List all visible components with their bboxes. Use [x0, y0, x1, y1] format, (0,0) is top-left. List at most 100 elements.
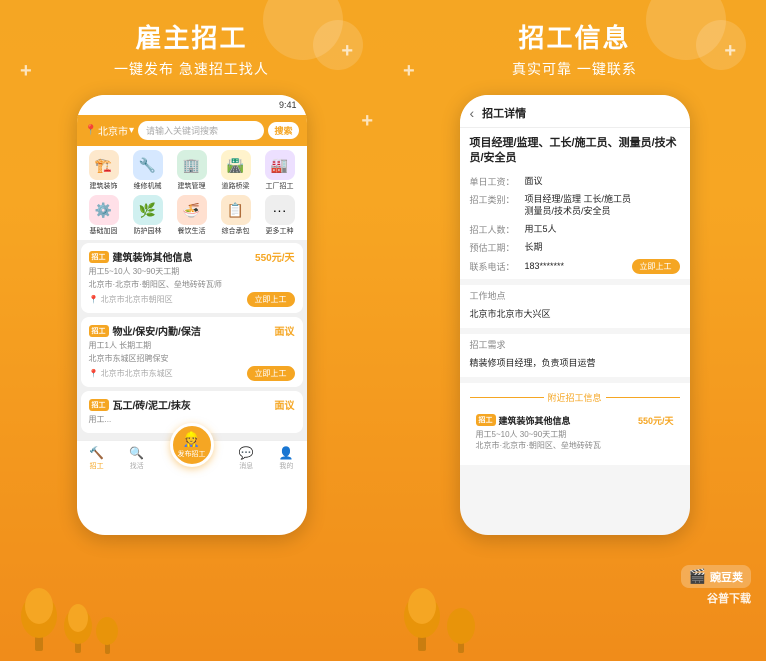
job-desc-0: 北京市·北京市·朝阳区、垒地砖砖瓦师 — [89, 279, 295, 290]
category-icon-0: 🏗️ — [89, 150, 119, 180]
brand-text: 谷普下载 — [707, 590, 751, 606]
category-label-0: 建筑装饰 — [90, 181, 118, 191]
nav-item-recruit[interactable]: 🔨 招工 — [89, 446, 104, 471]
back-arrow-icon[interactable]: ‹ — [470, 105, 475, 121]
category-icon-9: ··· — [265, 195, 295, 225]
category-item-6[interactable]: 🌿 防护园林 — [127, 195, 169, 236]
category-label-5: 基础加固 — [90, 226, 118, 236]
logo-icon: 🎬 — [689, 568, 706, 585]
left-sub-title: 一键发布 急速招工找人 — [114, 59, 269, 79]
job-card-header-1: 招工 物业/保安/内勤/保洁 面议 — [89, 323, 295, 338]
phone-search-bar: 📍 北京市 ▾ 请输入关键词搜索 搜索 — [77, 115, 307, 146]
detail-label-workloc: 工作地点 — [470, 289, 525, 302]
category-grid-row2: ⚙️ 基础加固 🌿 防护园林 🍜 餐饮生活 📋 综合承包 ··· 更多工种 — [77, 193, 307, 240]
apply-btn-1[interactable]: 立即上工 — [247, 366, 295, 381]
category-item-1[interactable]: 🔧 维修机械 — [127, 150, 169, 191]
detail-label-type: 招工类别： — [470, 193, 525, 218]
nav-label-messages: 消息 — [239, 461, 253, 471]
detail-value-contact: 183******* — [525, 261, 632, 271]
category-label-4: 工厂招工 — [266, 181, 294, 191]
category-item-5[interactable]: ⚙️ 基础加固 — [83, 195, 125, 236]
category-label-1: 维修机械 — [134, 181, 162, 191]
category-item-4[interactable]: 🏭 工厂招工 — [259, 150, 301, 191]
fab-label: 发布招工 — [178, 449, 206, 459]
category-item-2[interactable]: 🏢 建筑管理 — [171, 150, 213, 191]
detail-label-headcount: 招工人数： — [470, 223, 525, 236]
nav-item-find[interactable]: 🔍 找活 — [129, 446, 144, 471]
category-label-6: 防护园林 — [134, 226, 162, 236]
nearby-card-0[interactable]: 招工 建筑装饰其他信息 550元/天 用工5~10人 30~90天工期 北京市·… — [470, 408, 680, 457]
job-location-0: 📍 北京市北京市朝阳区 — [89, 294, 173, 305]
contact-apply-button[interactable]: 立即上工 — [632, 259, 680, 274]
nav-item-profile[interactable]: 👤 我的 — [279, 446, 294, 471]
job-card-0[interactable]: 招工 建筑装饰其他信息 550元/天 用工5~10人 30~90天工期 北京市·… — [81, 243, 303, 313]
job-info-1: 用工1人 长期工期 — [89, 340, 295, 351]
nearby-card-header: 招工 建筑装饰其他信息 550元/天 — [476, 414, 674, 427]
right-panel: + + 招工信息 真实可靠 一键联系 ‹ 招工详情 项目经理/监理、工长/施工员… — [383, 0, 766, 661]
detail-value-duration: 长期 — [525, 241, 680, 254]
detail-body: 项目经理/监理、工长/施工员、测量员/技术员/安全员 单日工资： 面议 招工类别… — [460, 128, 690, 465]
right-top-title: 招工信息 真实可靠 一键联系 — [512, 0, 637, 79]
right-sub-title: 真实可靠 一键联系 — [512, 59, 637, 79]
nav-item-messages[interactable]: 💬 消息 — [239, 446, 254, 471]
job-card-header-2: 招工 瓦工/砖/泥工/抹灰 面议 — [89, 397, 295, 412]
nearby-rate: 550元/天 — [638, 414, 674, 427]
detail-title: 招工详情 — [482, 105, 526, 121]
fab-publish-button[interactable]: 👷 发布招工 — [170, 423, 214, 467]
status-time: 9:41 — [279, 100, 297, 110]
recruit-icon: 🔨 — [89, 446, 104, 460]
job-badge-1: 招工 — [89, 325, 109, 337]
category-label-9: 更多工种 — [266, 226, 294, 236]
job-location-row-0: 📍 北京市北京市朝阳区 立即上工 — [89, 292, 295, 307]
job-location-row-1: 📍 北京市北京市东城区 立即上工 — [89, 366, 295, 381]
job-list: 招工 建筑装饰其他信息 550元/天 用工5~10人 30~90天工期 北京市·… — [77, 240, 307, 440]
profile-icon: 👤 — [279, 446, 294, 460]
job-info-0: 用工5~10人 30~90天工期 — [89, 266, 295, 277]
category-label-3: 道路桥梁 — [222, 181, 250, 191]
search-button[interactable]: 搜索 — [268, 122, 298, 139]
nearby-jobs-header: 附近招工信息 — [470, 387, 680, 408]
detail-label-contact: 联系电话： — [470, 260, 525, 273]
job-rate-1: 面议 — [275, 323, 295, 338]
category-item-0[interactable]: 🏗️ 建筑装饰 — [83, 150, 125, 191]
job-badge-2: 招工 — [89, 399, 109, 411]
apply-btn-0[interactable]: 立即上工 — [247, 292, 295, 307]
detail-value-wage: 面议 — [525, 175, 680, 188]
nav-label-find: 找活 — [130, 461, 144, 471]
left-tree-deco — [10, 561, 130, 661]
location-tag[interactable]: 📍 北京市 ▾ — [85, 123, 134, 138]
detail-label-duration: 预估工期： — [470, 241, 525, 254]
job-title-1: 物业/保安/内勤/保洁 — [113, 323, 271, 338]
nearby-info: 用工5~10人 30~90天工期 — [476, 429, 674, 440]
detail-row-type: 招工类别： 项目经理/监理 工长/施工员测量员/技术员/安全员 — [470, 193, 680, 218]
category-item-3[interactable]: 🛣️ 道路桥梁 — [215, 150, 257, 191]
bottom-nav: 🔨 招工 🔍 找活 💬 消息 👤 我的 👷 发布招工 — [77, 440, 307, 476]
category-item-8[interactable]: 📋 综合承包 — [215, 195, 257, 236]
detail-row-contact: 联系电话： 183******* 立即上工 — [470, 259, 680, 274]
detail-value-req: 精装修项目经理，负责项目运营 — [470, 356, 680, 373]
search-placeholder: 请输入关键词搜索 — [146, 124, 218, 137]
chevron-down-icon: ▾ — [129, 125, 134, 136]
left-top-title: 雇主招工 一键发布 急速招工找人 — [114, 0, 269, 79]
right-deco-plus-1: + — [403, 60, 415, 83]
category-icon-4: 🏭 — [265, 150, 295, 180]
category-icon-5: ⚙️ — [89, 195, 119, 225]
section-divider-3 — [460, 377, 690, 383]
section-divider-1 — [460, 279, 690, 285]
detail-label-wage: 单日工资： — [470, 175, 525, 188]
job-title-0: 建筑装饰其他信息 — [113, 249, 252, 264]
category-item-9[interactable]: ··· 更多工种 — [259, 195, 301, 236]
right-phone-mockup: ‹ 招工详情 项目经理/监理、工长/施工员、测量员/技术员/安全员 单日工资： … — [460, 95, 690, 535]
category-icon-8: 📋 — [221, 195, 251, 225]
job-card-1[interactable]: 招工 物业/保安/内勤/保洁 面议 用工1人 长期工期 北京市东城区招聘保安 📍… — [81, 317, 303, 387]
job-rate-2: 面议 — [275, 397, 295, 412]
job-badge-0: 招工 — [89, 251, 109, 263]
detail-row-req: 招工需求 — [470, 338, 680, 351]
search-input[interactable]: 请输入关键词搜索 — [138, 121, 265, 140]
deco-plus-1: + — [20, 60, 32, 83]
category-icon-2: 🏢 — [177, 150, 207, 180]
category-item-7[interactable]: 🍜 餐饮生活 — [171, 195, 213, 236]
watermark-text: 豌豆荚 — [710, 569, 743, 585]
watermark-badge: 🎬 豌豆荚 — [681, 565, 751, 588]
detail-header: ‹ 招工详情 — [460, 95, 690, 128]
